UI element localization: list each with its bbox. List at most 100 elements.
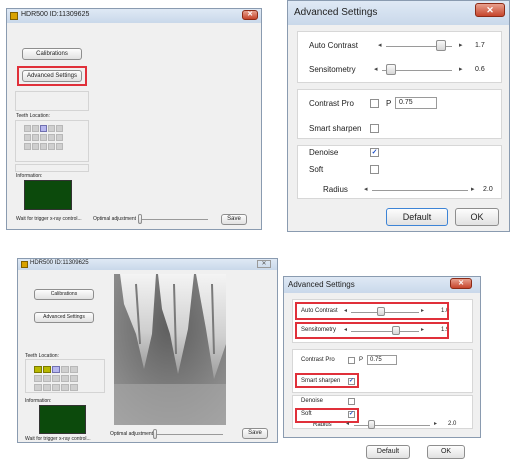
blank-panel <box>15 91 89 111</box>
denoise-label: Denoise <box>309 148 339 157</box>
tooth-15[interactable] <box>70 384 78 391</box>
window-title: HDR500 ID:11309625 <box>30 260 89 266</box>
adjustment-slider-track[interactable] <box>138 219 208 220</box>
radius-slider-thumb[interactable] <box>368 420 375 429</box>
radius-slider-track[interactable] <box>354 425 430 426</box>
title-bar: HDR500 ID:11309625 ✕ <box>7 9 261 23</box>
status-text: Wait for trigger x-ray control... <box>16 216 82 222</box>
adjustment-slider-thumb[interactable] <box>138 214 142 224</box>
information-display <box>39 405 86 434</box>
adjustment-slider-track[interactable] <box>153 434 223 435</box>
tooth-8[interactable] <box>52 375 60 382</box>
arrow-left-icon[interactable]: ◂ <box>378 41 382 49</box>
radius-value: 2.0 <box>483 186 493 193</box>
close-icon[interactable]: ✕ <box>257 260 271 268</box>
tooth-12[interactable] <box>43 384 51 391</box>
tooth-13[interactable] <box>40 143 47 150</box>
tooth-9[interactable] <box>61 375 69 382</box>
tooth-5[interactable] <box>70 366 78 373</box>
highlight-smart-sharpen <box>295 373 359 388</box>
tooth-4[interactable] <box>48 125 55 132</box>
dialog-title: Advanced Settings <box>294 7 378 18</box>
arrow-right-icon[interactable]: ▸ <box>471 185 475 193</box>
denoise-checkbox[interactable] <box>348 398 355 405</box>
sensitometry-slider-thumb[interactable] <box>386 64 396 75</box>
tooth-10[interactable] <box>56 134 63 141</box>
auto-contrast-slider-thumb[interactable] <box>436 40 446 51</box>
tooth-12[interactable] <box>32 143 39 150</box>
window-title: HDR500 ID:11309625 <box>21 11 90 18</box>
highlight-advanced-settings <box>17 66 87 86</box>
adjustment-slider-thumb[interactable] <box>153 429 157 439</box>
calibrations-button[interactable]: Calibrations <box>34 289 94 300</box>
tooth-15[interactable] <box>56 143 63 150</box>
tooth-13[interactable] <box>52 384 60 391</box>
arrow-left-icon[interactable]: ◂ <box>364 185 368 193</box>
arrow-right-icon[interactable]: ▸ <box>459 41 463 49</box>
denoise-group: Denoise ✓ Soft Radius ◂ ▸ 2.0 <box>297 145 502 199</box>
radius-label: Radius <box>323 185 348 194</box>
radius-slider-track[interactable] <box>372 190 468 191</box>
arrow-right-icon[interactable]: ▸ <box>459 65 463 73</box>
tooth-7[interactable] <box>43 375 51 382</box>
ok-button[interactable]: OK <box>427 445 465 459</box>
save-button[interactable]: Save <box>242 428 268 439</box>
tooth-8[interactable] <box>40 134 47 141</box>
denoise-checkbox[interactable]: ✓ <box>370 148 379 157</box>
app-icon <box>10 12 18 20</box>
tooth-3[interactable] <box>52 366 60 373</box>
calibrations-button[interactable]: Calibrations <box>22 48 82 60</box>
p-value-input[interactable]: 0.75 <box>367 355 397 365</box>
tooth-3[interactable] <box>40 125 47 132</box>
default-button[interactable]: Default <box>366 445 410 459</box>
tooth-14[interactable] <box>48 143 55 150</box>
p-label: P <box>386 99 392 108</box>
advanced-settings-dialog-bottom: Advanced Settings ✕ Auto Contrast ◂ ▸ 1.… <box>283 276 481 438</box>
title-bar: Advanced Settings ✕ <box>284 277 480 293</box>
blank-panel-2 <box>15 164 89 172</box>
ok-button[interactable]: OK <box>455 208 499 226</box>
tooth-6[interactable] <box>24 134 31 141</box>
sensitometry-value: 0.6 <box>475 66 485 73</box>
close-button[interactable]: ✕ <box>450 278 472 289</box>
tooth-6[interactable] <box>34 375 42 382</box>
optimal-adjustment-label: Optimal adjustment <box>110 431 154 437</box>
tooth-5[interactable] <box>56 125 63 132</box>
tooth-1[interactable] <box>24 125 31 132</box>
p-value-input[interactable]: 0.75 <box>395 97 437 109</box>
tooth-9[interactable] <box>48 134 55 141</box>
advanced-settings-dialog-top: Advanced Settings ✕ Auto Contrast ◂ ▸ 1.… <box>287 0 510 232</box>
tooth-2[interactable] <box>43 366 51 373</box>
arrow-left-icon[interactable]: ◂ <box>374 65 378 73</box>
smart-sharpen-checkbox[interactable] <box>370 124 379 133</box>
highlight-soft <box>295 408 359 423</box>
tooth-7[interactable] <box>32 134 39 141</box>
tooth-1[interactable] <box>34 366 42 373</box>
contrast-pro-checkbox[interactable] <box>370 99 379 108</box>
arrow-left-icon[interactable]: ◂ <box>346 420 349 427</box>
contrast-group: Auto Contrast ◂ ▸ 1.7 Sensitometry ◂ ▸ 0… <box>297 31 502 83</box>
contrast-pro-checkbox[interactable] <box>348 357 355 364</box>
advanced-settings-button[interactable]: Advanced Settings <box>34 312 94 323</box>
tooth-4[interactable] <box>61 366 69 373</box>
tooth-2[interactable] <box>32 125 39 132</box>
tooth-14[interactable] <box>61 384 69 391</box>
close-button[interactable]: ✕ <box>475 3 505 17</box>
default-button[interactable]: Default <box>386 208 448 226</box>
teeth-location-panel <box>15 120 89 162</box>
close-button[interactable]: ✕ <box>242 10 258 20</box>
information-label: Information: <box>16 173 43 179</box>
sharpen-group: Contrast Pro P 0.75 Smart sharpen <box>297 89 502 139</box>
save-button[interactable]: Save <box>221 214 247 225</box>
soft-checkbox[interactable] <box>370 165 379 174</box>
tooth-11[interactable] <box>24 143 31 150</box>
main-window-bottom: HDR500 ID:11309625 ✕ Calibrations Advanc… <box>17 258 278 443</box>
arrow-right-icon[interactable]: ▸ <box>434 420 437 427</box>
contrast-pro-label: Contrast Pro <box>301 357 335 363</box>
tooth-10[interactable] <box>70 375 78 382</box>
auto-contrast-value: 1.7 <box>475 42 485 49</box>
tooth-11[interactable] <box>34 384 42 391</box>
soft-label: Soft <box>309 165 324 174</box>
information-label: Information: <box>25 398 52 404</box>
highlight-sensitometry <box>295 322 449 339</box>
